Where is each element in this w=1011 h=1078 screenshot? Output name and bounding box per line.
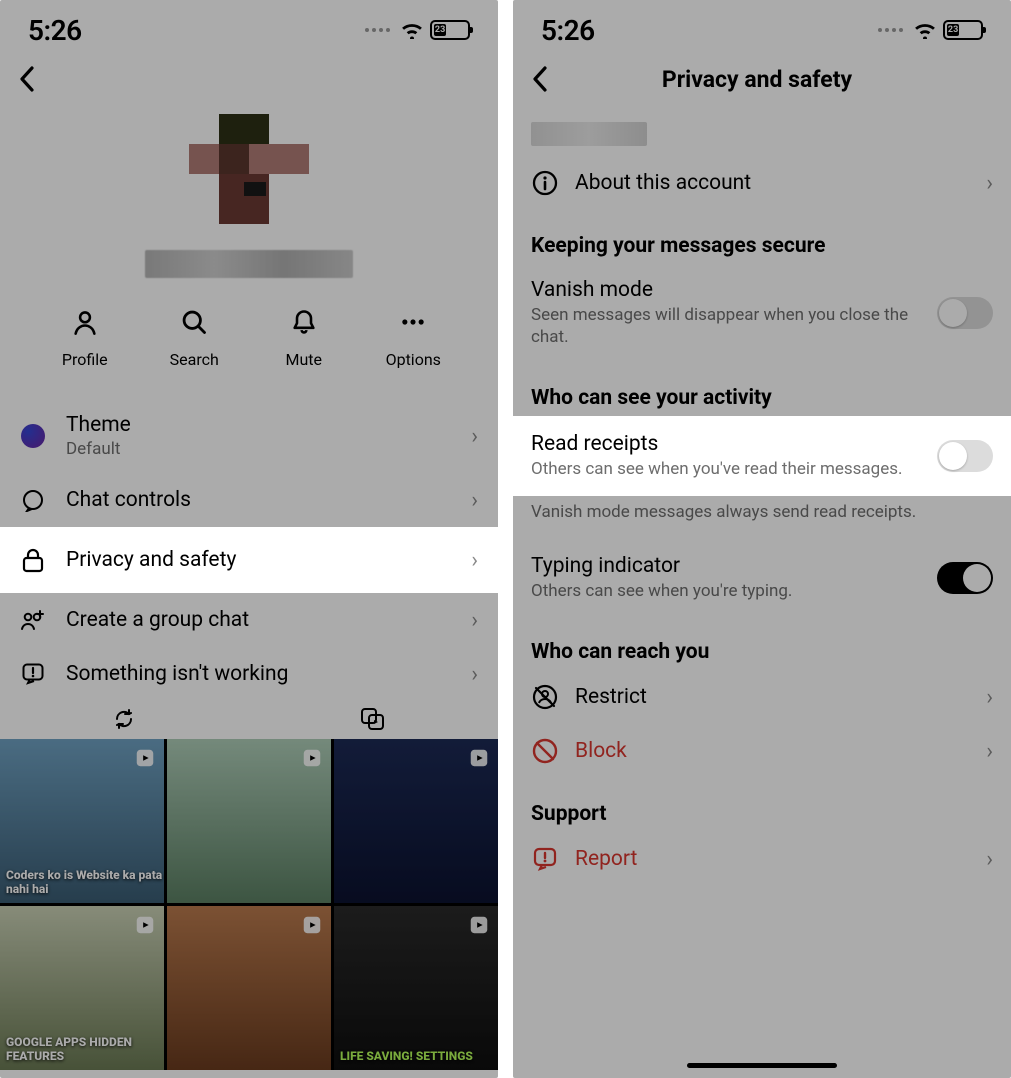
row-report[interactable]: Report › [513,832,1011,886]
refresh-icon [112,707,136,731]
page-title: Privacy and safety [521,66,993,93]
chevron-right-icon: › [471,488,478,513]
info-icon [532,170,558,196]
more-icon [399,308,427,336]
media-tabs [0,701,498,739]
username-small [531,122,647,146]
mute-action[interactable]: Mute [264,308,344,369]
toggle-vanish-mode[interactable] [937,297,993,329]
lock-icon [22,547,44,573]
chevron-right-icon: › [986,739,993,764]
row-restrict[interactable]: Restrict › [513,670,1011,724]
search-icon [180,308,208,336]
username [145,250,353,278]
battery-icon: 23 [943,20,983,40]
media-tile[interactable]: GOOGLE APPS HIDDEN FEATURES [0,906,164,1070]
vanish-note: Vanish mode messages always send read re… [513,496,1011,526]
report-icon [532,846,558,872]
row-create-group[interactable]: Create a group chat › [0,593,498,647]
chat-icon [21,488,45,512]
chevron-right-icon: › [471,548,478,573]
status-icons: 23 [365,20,470,40]
nav-bar [0,54,498,104]
reel-icon [301,747,323,769]
home-indicator[interactable] [687,1063,837,1068]
cellular-dots-icon [878,28,903,32]
row-report-bug[interactable]: Something isn't working › [0,647,498,701]
settings-list: ThemeDefault › Chat controls › Privacy a… [0,399,498,701]
wifi-icon [400,21,424,39]
screen-chat-settings: 5:26 23 Profile Search [0,0,498,1078]
battery-percent: 23 [434,24,446,36]
bell-icon [290,308,318,336]
search-action[interactable]: Search [154,308,234,369]
section-reach: Who can reach you [513,616,1011,670]
chevron-right-icon: › [986,171,993,196]
reel-icon [468,914,490,936]
chevron-right-icon: › [471,608,478,633]
block-icon [532,738,558,764]
screen-privacy-safety: 5:26 23 Privacy and safety About this ac… [513,0,1011,1078]
toggle-read-receipts[interactable] [937,440,993,472]
section-activity: Who can see your activity [513,362,1011,416]
row-vanish-mode[interactable]: Vanish modeSeen messages will disappear … [513,264,1011,362]
profile-action[interactable]: Profile [45,308,125,369]
battery-icon: 23 [430,20,470,40]
chevron-right-icon: › [471,424,478,449]
chevron-right-icon: › [986,685,993,710]
media-grid: Coders ko is Website ka pata nahi hai GO… [0,739,498,1070]
row-read-receipts[interactable]: Read receiptsOthers can see when you've … [513,416,1011,496]
row-block[interactable]: Block › [513,724,1011,778]
media-tile[interactable] [334,739,498,903]
tab-media[interactable] [360,707,386,731]
cellular-dots-icon [365,28,390,32]
nav-bar: Privacy and safety [513,54,1011,104]
section-keeping-secure: Keeping your messages secure [513,210,1011,264]
reel-icon [134,914,156,936]
options-action[interactable]: Options [373,308,453,369]
row-theme[interactable]: ThemeDefault › [0,399,498,473]
wifi-icon [913,21,937,39]
row-chat-controls[interactable]: Chat controls › [0,473,498,527]
toggle-typing-indicator[interactable] [937,562,993,594]
person-icon [71,308,99,336]
profile-header [0,104,498,278]
reel-icon [134,747,156,769]
avatar[interactable] [189,114,309,224]
status-time: 5:26 [541,14,595,47]
media-tile[interactable]: Coders ko is Website ka pata nahi hai [0,739,164,903]
back-button[interactable] [18,65,36,93]
restrict-icon [532,684,558,710]
row-typing-indicator[interactable]: Typing indicatorOthers can see when you'… [513,540,1011,616]
row-about-account[interactable]: About this account › [513,156,1011,210]
row-privacy-safety[interactable]: Privacy and safety › [0,527,498,593]
media-tile[interactable] [167,906,331,1070]
group-add-icon [20,608,46,632]
media-tile[interactable]: LIFE SAVING! SETTINGS [334,906,498,1070]
reel-icon [468,747,490,769]
quick-actions: Profile Search Mute Options [30,308,468,369]
battery-percent: 23 [947,24,959,36]
alert-chat-icon [21,662,45,686]
theme-dot-icon [21,424,45,448]
section-support: Support [513,778,1011,832]
media-icon [360,707,386,731]
chevron-right-icon: › [471,662,478,687]
reel-icon [301,914,323,936]
status-bar: 5:26 23 [0,0,498,54]
chevron-right-icon: › [986,847,993,872]
status-time: 5:26 [28,14,82,47]
tab-tagged[interactable] [112,707,136,731]
status-icons: 23 [878,20,983,40]
media-tile[interactable] [167,739,331,903]
status-bar: 5:26 23 [513,0,1011,54]
